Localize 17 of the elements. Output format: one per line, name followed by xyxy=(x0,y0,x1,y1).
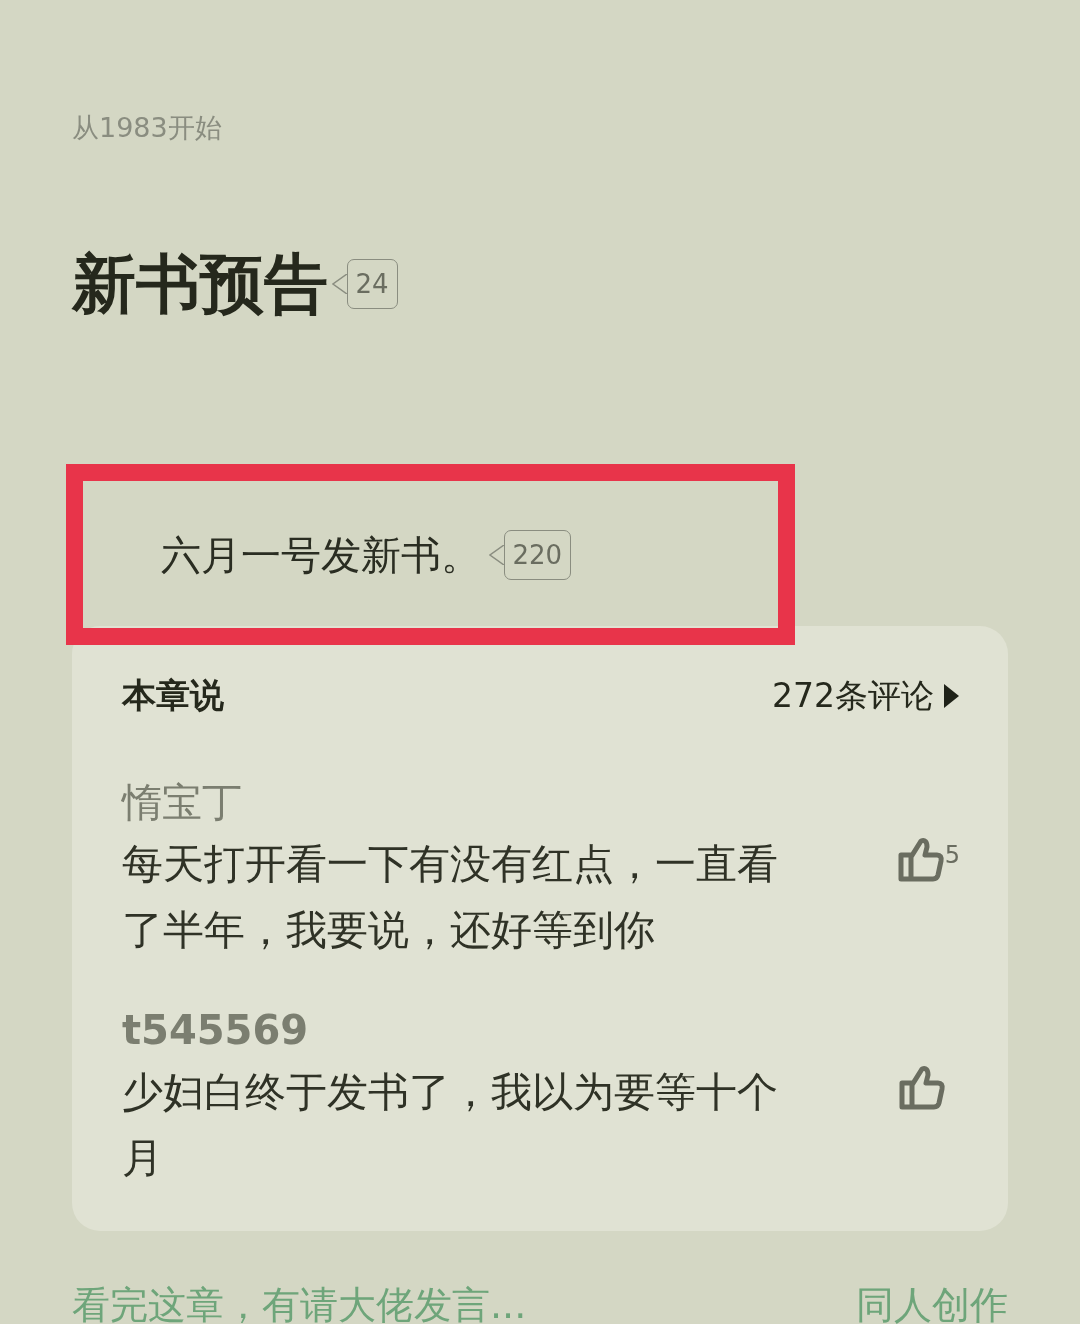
comment-text: 少妇白终于发书了，我以为要等十个月 xyxy=(122,1067,779,1184)
comment-text: 每天打开看一下有没有红点，一直看了半年，我要说，还好等到你 xyxy=(122,839,779,956)
thumbs-up-icon[interactable] xyxy=(898,1065,946,1111)
fan-creation-link[interactable]: 同人创作 xyxy=(856,1277,1008,1324)
comment-prompt-link[interactable]: 看完这章，有请大佬发言... xyxy=(72,1277,527,1324)
username[interactable]: t545569 xyxy=(122,1001,960,1059)
book-title: 从1983开始 xyxy=(72,111,223,145)
speech-tail-icon xyxy=(489,544,505,565)
thumbs-up-icon[interactable] xyxy=(896,837,945,883)
section-title: 本章说 xyxy=(122,674,224,717)
triangle-icon xyxy=(942,682,960,709)
speech-tail-icon xyxy=(332,274,348,294)
like-count: 5 xyxy=(944,840,960,871)
chapter-title: 新书预告 xyxy=(72,246,328,323)
username[interactable]: 惰宝丁 xyxy=(122,773,960,831)
paragraph-text: 六月一号发新书。 xyxy=(161,530,481,580)
comment-count-link[interactable]: 272条评论 xyxy=(772,670,960,721)
